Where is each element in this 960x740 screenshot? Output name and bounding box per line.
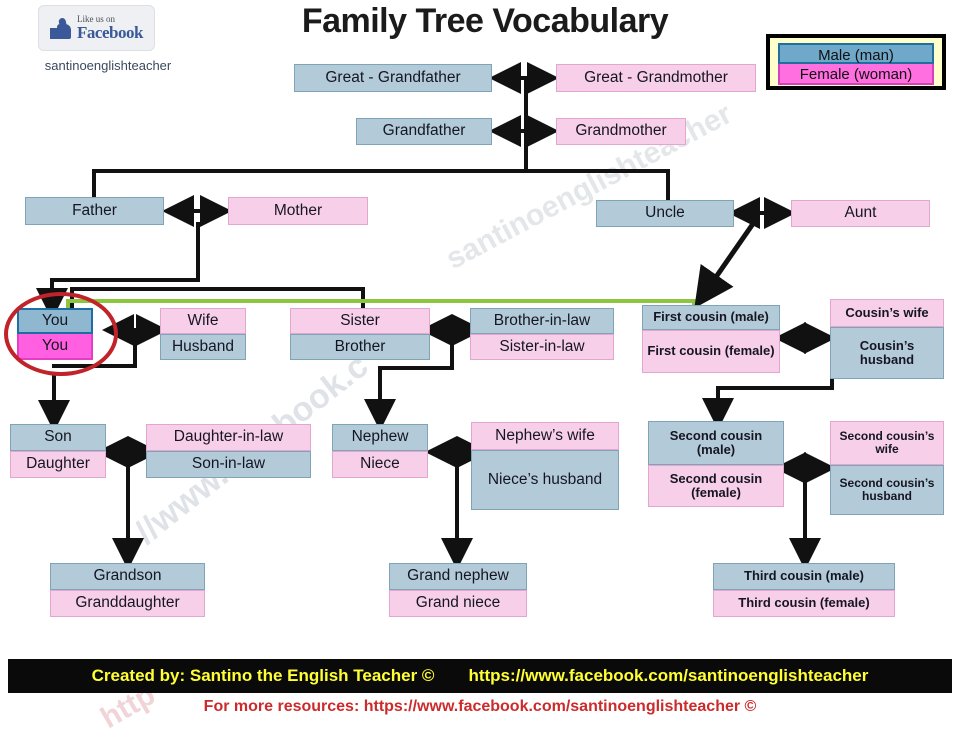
facebook-handle: santinoenglishteacher (44, 58, 172, 73)
node-label-female: Grand niece (389, 590, 527, 617)
connector-line (52, 372, 56, 422)
node-label: Great - Grandfather (294, 64, 492, 92)
node-label-female: Daughter (10, 451, 106, 478)
connector-line (450, 330, 454, 370)
node-label: Grandfather (356, 118, 492, 145)
node-label-male: Son (10, 424, 106, 451)
node-spouse[interactable]: Wife Husband (160, 308, 246, 360)
page-title: Family Tree Vocabulary (301, 2, 669, 40)
connector-line (378, 366, 382, 418)
node-grandfather[interactable]: Grandfather (356, 118, 492, 145)
connector-line (716, 386, 720, 420)
footer-note[interactable]: For more resources: https://www.facebook… (0, 698, 960, 716)
legend-panel: Male (man) Female (woman) (766, 34, 946, 90)
node-great-grandmother[interactable]: Great - Grandmother (556, 64, 756, 92)
node-label-male: Nephew (332, 424, 428, 451)
node-label-female: Nephew’s wife (471, 422, 619, 450)
node-label-male: Grandson (50, 563, 205, 590)
node-label-male: First cousin (male) (642, 305, 780, 330)
connector-line (378, 366, 454, 370)
node-label-male: Grand nephew (389, 563, 527, 590)
connector-line (50, 278, 200, 282)
connector-line (666, 169, 670, 200)
arrowheads-layer (36, 62, 836, 570)
node-label-female: Cousin’s wife (830, 299, 944, 327)
node-grandchild[interactable]: Grandson Granddaughter (50, 563, 205, 617)
node-label-male: Second cousin’s husband (830, 465, 944, 515)
node-second-cousin[interactable]: Second cousin (male) Second cousin (fema… (648, 421, 784, 507)
connector-line (716, 386, 834, 390)
node-sibling[interactable]: Sister Brother (290, 308, 430, 360)
node-label-male: Brother (290, 334, 430, 360)
node-label-male: Son-in-law (146, 451, 311, 478)
node-nephew-niece-spouse[interactable]: Nephew’s wife Niece’s husband (471, 422, 619, 510)
node-label-female: Niece (332, 451, 428, 478)
connector-line (70, 287, 365, 291)
legend-male-row: Male (man) (778, 43, 934, 64)
you-highlight-circle (4, 292, 118, 376)
footer-credit: Created by: Santino the English Teacher … (91, 666, 435, 685)
node-cousin-spouse[interactable]: Cousin’s wife Cousin’s husband (830, 299, 944, 379)
node-mother[interactable]: Mother (228, 197, 368, 225)
node-child[interactable]: Son Daughter (10, 424, 106, 478)
node-label-male: Third cousin (male) (713, 563, 895, 590)
node-grandmother[interactable]: Grandmother (556, 118, 686, 145)
node-label: Grandmother (556, 118, 686, 145)
connector-line (803, 468, 807, 560)
connector-line (126, 450, 130, 560)
family-tree-diagram: santinoenglishteacher //www.facebook.c h… (0, 0, 960, 740)
node-second-cousin-spouse[interactable]: Second cousin’s wife Second cousin’s hus… (830, 421, 944, 515)
node-label-female: First cousin (female) (642, 330, 780, 373)
node-child-in-law[interactable]: Daughter-in-law Son-in-law (146, 424, 311, 478)
node-label-female: Wife (160, 308, 246, 334)
node-label-male: Niece’s husband (471, 450, 619, 510)
legend-female-row: Female (woman) (778, 64, 934, 85)
node-label-female: Sister (290, 308, 430, 334)
node-label-female: Daughter-in-law (146, 424, 311, 451)
like-us-on-facebook-badge[interactable]: Like us on Facebook (38, 5, 155, 51)
connector-line (196, 222, 200, 282)
node-label: Great - Grandmother (556, 64, 756, 92)
cousin-link-line (66, 299, 696, 303)
node-third-cousin[interactable]: Third cousin (male) Third cousin (female… (713, 563, 895, 617)
node-aunt[interactable]: Aunt (791, 200, 930, 227)
node-uncle[interactable]: Uncle (596, 200, 734, 227)
node-label: Father (25, 197, 164, 225)
node-label-female: Sister-in-law (470, 334, 614, 360)
badge-brand-label: Facebook (77, 23, 143, 42)
node-label-female: Granddaughter (50, 590, 205, 617)
footer-bar: Created by: Santino the English Teacher … (8, 659, 952, 693)
node-label-male: Brother-in-law (470, 308, 614, 334)
node-father[interactable]: Father (25, 197, 164, 225)
node-label-male: Second cousin (male) (648, 421, 784, 465)
connector-line (92, 169, 96, 200)
node-great-grandfather[interactable]: Great - Grandfather (294, 64, 492, 92)
footer-url[interactable]: https://www.facebook.com/santinoenglisht… (468, 666, 868, 686)
node-label-female: Second cousin (female) (648, 465, 784, 507)
node-label-female: Third cousin (female) (713, 590, 895, 617)
node-label-female: Second cousin’s wife (830, 421, 944, 465)
node-first-cousin[interactable]: First cousin (male) First cousin (female… (642, 305, 780, 373)
node-label: Mother (228, 197, 368, 225)
node-label: Uncle (596, 200, 734, 227)
node-grand-nephew-niece[interactable]: Grand nephew Grand niece (389, 563, 527, 617)
node-label: Aunt (791, 200, 930, 227)
connector-line (92, 169, 670, 173)
connector-line (524, 78, 528, 140)
node-label-male: Cousin’s husband (830, 327, 944, 379)
connector-line (524, 140, 528, 171)
node-label-male: Husband (160, 334, 246, 360)
node-sibling-in-law[interactable]: Brother-in-law Sister-in-law (470, 308, 614, 360)
connector-line (455, 452, 459, 560)
thumbs-up-icon (50, 17, 72, 39)
node-nephew-niece[interactable]: Nephew Niece (332, 424, 428, 478)
connector-line (133, 330, 137, 368)
